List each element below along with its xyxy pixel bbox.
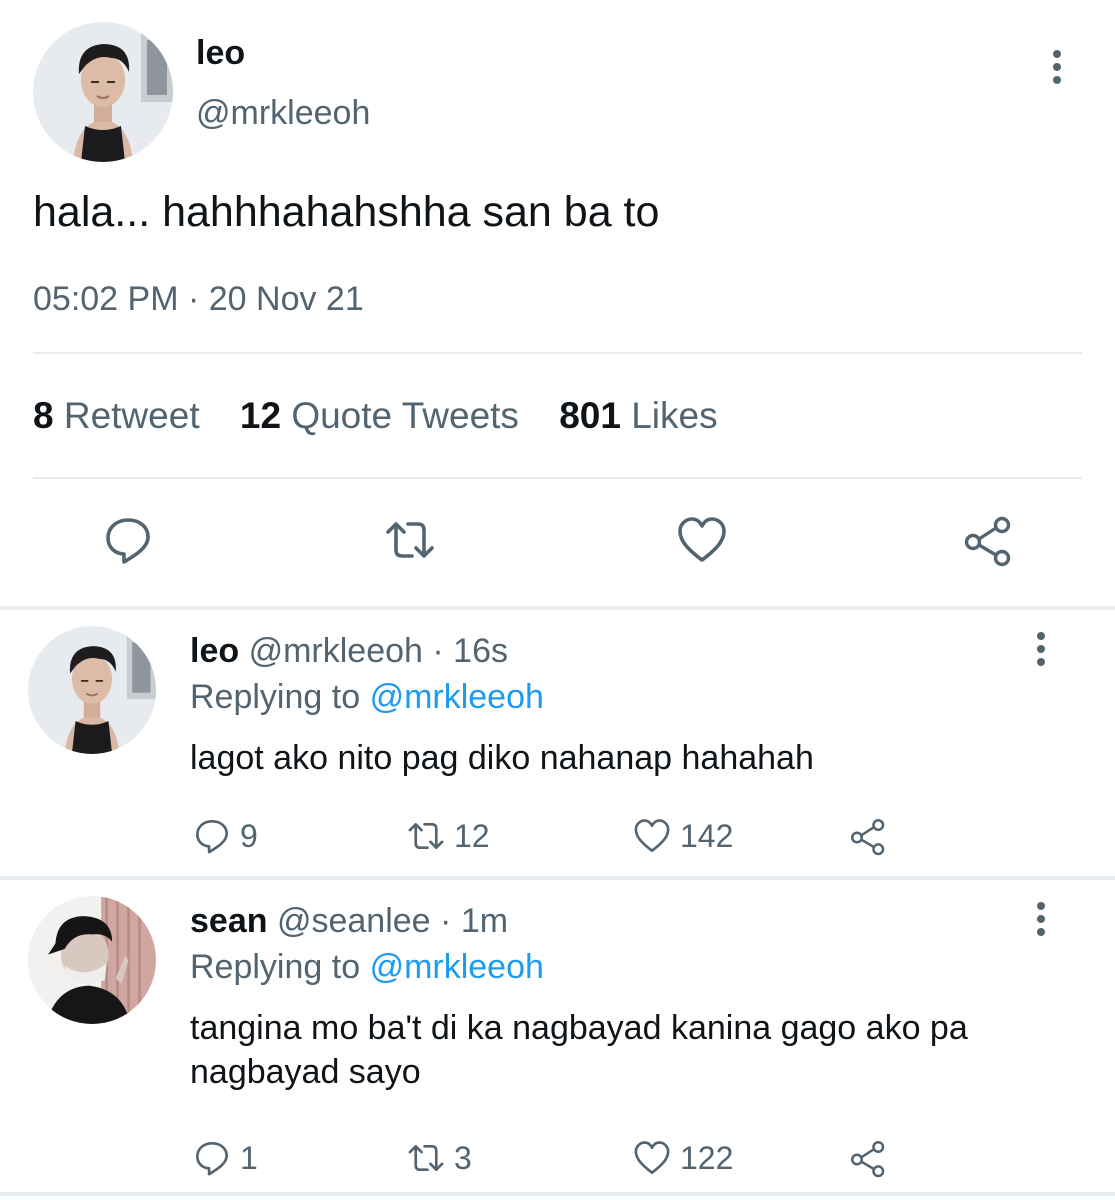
reply-icon bbox=[196, 820, 228, 854]
heart-icon bbox=[634, 819, 670, 852]
like-count: 142 bbox=[680, 817, 734, 854]
tweet-stats: 8 Retweet 12 Quote Tweets 801 Likes bbox=[33, 395, 748, 437]
avatar[interactable] bbox=[33, 22, 173, 162]
avatar-photo bbox=[28, 626, 156, 754]
retweet-icon bbox=[408, 1144, 444, 1172]
reply-icon bbox=[196, 1142, 228, 1176]
retweet-icon bbox=[386, 522, 434, 558]
reply-count: 1 bbox=[240, 1139, 258, 1176]
retweet-button[interactable]: 12 bbox=[404, 812, 490, 860]
avatar[interactable] bbox=[28, 626, 156, 754]
more-options-icon[interactable] bbox=[1050, 50, 1064, 90]
tweet-text: hala... hahhhahahshha san ba to bbox=[33, 188, 660, 236]
tweet-action-bar: 9 12 142 bbox=[190, 812, 1090, 860]
reply-button[interactable]: 1 bbox=[190, 1134, 258, 1182]
share-icon bbox=[964, 516, 1011, 567]
divider bbox=[33, 477, 1082, 479]
reply-age: 16s bbox=[453, 632, 508, 670]
tweet-text: tangina mo ba't di ka nagbayad kanina ga… bbox=[190, 1009, 968, 1091]
replying-to: Replying to @mrkleeoh bbox=[190, 678, 544, 717]
tweet-thread: leo @mrkleeoh hala... hahhhahahshha san … bbox=[0, 0, 1115, 1200]
retweet-count: 12 bbox=[454, 817, 490, 854]
share-icon bbox=[850, 1140, 885, 1178]
retweets-label: Retweet bbox=[63, 395, 200, 436]
like-button[interactable] bbox=[672, 510, 732, 570]
divider bbox=[0, 1192, 1115, 1196]
avatar-photo bbox=[28, 896, 156, 1024]
more-options-icon[interactable] bbox=[1034, 902, 1048, 942]
heart-icon bbox=[634, 1141, 670, 1174]
reply-button[interactable]: 9 bbox=[190, 812, 258, 860]
retweets-stat[interactable]: 8 Retweet bbox=[33, 395, 200, 436]
display-name[interactable]: leo bbox=[190, 632, 239, 670]
user-handle[interactable]: @seanlee bbox=[277, 902, 431, 940]
share-button[interactable] bbox=[846, 1134, 890, 1182]
replying-label: Replying to bbox=[190, 678, 361, 716]
reply-tweet[interactable]: sean @seanlee · 1m Replying to @mrkleeoh… bbox=[0, 880, 1115, 1192]
reply-button[interactable] bbox=[98, 510, 158, 570]
retweet-count: 3 bbox=[454, 1139, 472, 1176]
user-handle[interactable]: @mrkleeoh bbox=[249, 632, 423, 670]
display-name[interactable]: sean bbox=[190, 902, 268, 940]
main-tweet: leo @mrkleeoh hala... hahhhahahshha san … bbox=[0, 0, 1115, 612]
like-count: 122 bbox=[680, 1139, 734, 1176]
share-button[interactable] bbox=[958, 510, 1018, 570]
dot-separator: · bbox=[440, 902, 452, 940]
reply-header: sean @seanlee · 1m bbox=[190, 902, 508, 941]
replying-to: Replying to @mrkleeoh bbox=[190, 948, 544, 987]
retweet-icon bbox=[408, 822, 444, 850]
reply-header: leo @mrkleeoh · 16s bbox=[190, 632, 508, 671]
tweet-text: lagot ako nito pag diko nahanap hahahah bbox=[190, 739, 814, 777]
quotes-stat[interactable]: 12 Quote Tweets bbox=[240, 395, 519, 436]
quotes-count: 12 bbox=[239, 395, 282, 436]
reply-icon bbox=[106, 518, 150, 564]
display-name[interactable]: leo bbox=[196, 34, 245, 73]
likes-label: Likes bbox=[631, 395, 718, 436]
reply-count: 9 bbox=[240, 817, 258, 854]
likes-count: 801 bbox=[559, 395, 621, 436]
more-options-icon[interactable] bbox=[1034, 632, 1048, 672]
retweets-count: 8 bbox=[33, 395, 54, 436]
mention-link[interactable]: @mrkleeoh bbox=[370, 948, 544, 986]
dot-separator: · bbox=[432, 632, 444, 670]
share-button[interactable] bbox=[846, 812, 890, 860]
reply-age: 1m bbox=[460, 902, 509, 940]
likes-stat[interactable]: 801 Likes bbox=[559, 395, 717, 436]
avatar-photo bbox=[33, 22, 173, 162]
retweet-button[interactable] bbox=[380, 510, 440, 570]
tweet-action-bar bbox=[0, 510, 1115, 580]
user-handle[interactable]: @mrkleeoh bbox=[196, 94, 370, 133]
tweet-timestamp[interactable]: 05:02 PM · 20 Nov 21 bbox=[33, 280, 364, 319]
mention-link[interactable]: @mrkleeoh bbox=[370, 678, 544, 716]
tweet-action-bar: 1 3 122 bbox=[190, 1134, 1090, 1182]
avatar[interactable] bbox=[28, 896, 156, 1024]
reply-tweet[interactable]: leo @mrkleeoh · 16s Replying to @mrkleeo… bbox=[0, 610, 1115, 876]
divider bbox=[33, 352, 1082, 354]
heart-icon bbox=[678, 517, 726, 562]
retweet-button[interactable]: 3 bbox=[404, 1134, 472, 1182]
replying-label: Replying to bbox=[190, 948, 361, 986]
like-button[interactable]: 142 bbox=[630, 812, 733, 860]
quotes-label: Quote Tweets bbox=[291, 395, 519, 436]
share-icon bbox=[850, 818, 885, 856]
like-button[interactable]: 122 bbox=[630, 1134, 733, 1182]
